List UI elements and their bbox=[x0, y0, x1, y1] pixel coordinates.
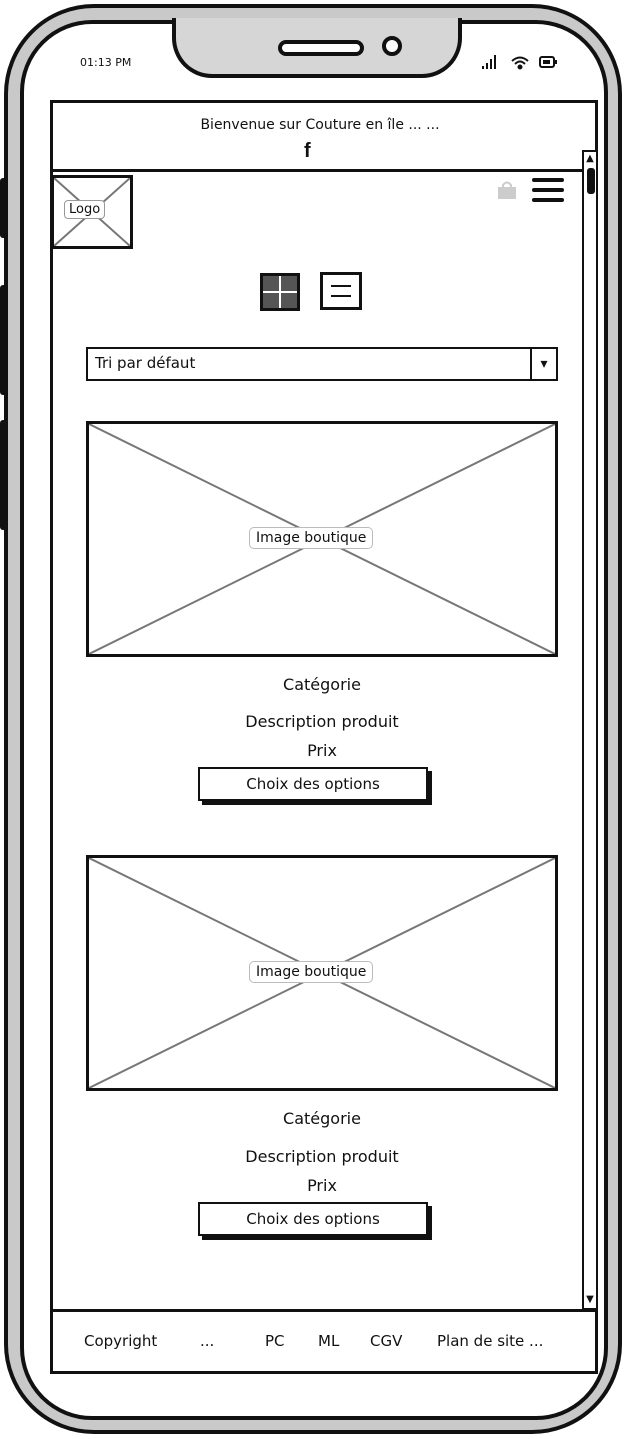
product-price: Prix bbox=[307, 741, 337, 760]
chevron-down-icon[interactable]: ▾ bbox=[530, 349, 556, 379]
choose-options-button[interactable]: Choix des options bbox=[198, 767, 428, 801]
scrollbar[interactable] bbox=[582, 150, 598, 1310]
logo-label: Logo bbox=[64, 200, 106, 219]
product-description: Description produit bbox=[245, 1147, 399, 1166]
choose-options-button[interactable]: Choix des options bbox=[198, 1202, 428, 1236]
grid-view-icon[interactable] bbox=[260, 273, 300, 311]
signal-icon bbox=[482, 55, 496, 69]
status-time: 01:13 PM bbox=[80, 56, 132, 69]
footer-copyright[interactable]: Copyright bbox=[84, 1332, 157, 1350]
footer-link-cgv[interactable]: CGV bbox=[370, 1332, 402, 1350]
scroll-down-icon[interactable]: ▼ bbox=[584, 1293, 596, 1307]
wifi-icon bbox=[511, 56, 529, 70]
welcome-banner: Bienvenue sur Couture en île ... ... bbox=[200, 117, 440, 133]
product-image-label: Image boutique bbox=[249, 527, 374, 549]
product-image-label: Image boutique bbox=[249, 961, 374, 983]
footer-link-sitemap[interactable]: Plan de site ... bbox=[437, 1332, 543, 1350]
hamburger-menu-icon[interactable] bbox=[532, 178, 564, 204]
sort-selected-value: Tri par défaut bbox=[95, 354, 196, 372]
status-icons bbox=[482, 55, 557, 70]
scroll-up-icon[interactable]: ▲ bbox=[584, 152, 596, 166]
product-category: Catégorie bbox=[283, 675, 361, 694]
footer-link-ml[interactable]: ML bbox=[318, 1332, 339, 1350]
shopping-bag-icon[interactable] bbox=[496, 180, 518, 200]
speaker-grille bbox=[278, 40, 364, 56]
product-category: Catégorie bbox=[283, 1109, 361, 1128]
product-description: Description produit bbox=[245, 712, 399, 731]
volume-down-button bbox=[0, 420, 8, 530]
scroll-thumb[interactable] bbox=[587, 168, 595, 194]
facebook-icon[interactable]: f bbox=[304, 140, 311, 163]
front-camera bbox=[382, 36, 402, 56]
footer-bottom-divider bbox=[50, 1371, 598, 1374]
footer-link-pc[interactable]: PC bbox=[265, 1332, 285, 1350]
header-divider bbox=[50, 169, 598, 172]
mute-switch bbox=[0, 178, 8, 238]
footer-divider bbox=[50, 1309, 598, 1312]
battery-icon bbox=[539, 56, 557, 68]
footer-ellipsis: ... bbox=[200, 1332, 215, 1350]
product-price: Prix bbox=[307, 1176, 337, 1195]
list-view-icon[interactable] bbox=[320, 272, 362, 310]
volume-up-button bbox=[0, 285, 8, 395]
